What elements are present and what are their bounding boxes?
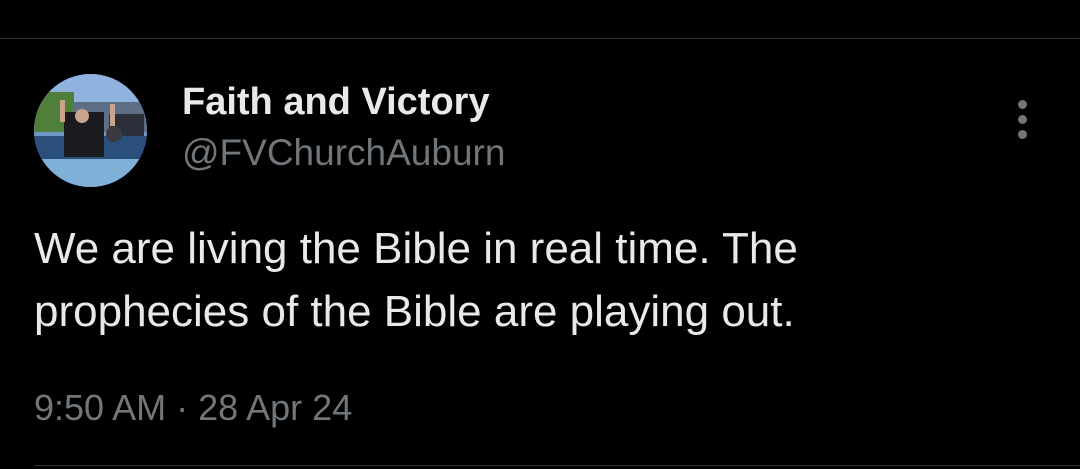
author-handle[interactable]: @FVChurchAuburn xyxy=(182,131,505,175)
meta-separator: · xyxy=(176,387,189,428)
bottom-divider xyxy=(34,465,1080,466)
author-name[interactable]: Faith and Victory xyxy=(182,80,490,124)
tweet-time[interactable]: 9:50 AM xyxy=(34,387,166,428)
tweet-date[interactable]: 28 Apr 24 xyxy=(198,387,352,428)
avatar-photo xyxy=(34,74,147,187)
avatar[interactable] xyxy=(34,74,147,187)
tweet-text: We are living the Bible in real time. Th… xyxy=(34,224,798,336)
more-options-button[interactable] xyxy=(1004,96,1042,142)
top-divider xyxy=(0,38,1080,39)
tweet-timestamp: 9:50 AM · 28 Apr 24 xyxy=(34,386,352,430)
